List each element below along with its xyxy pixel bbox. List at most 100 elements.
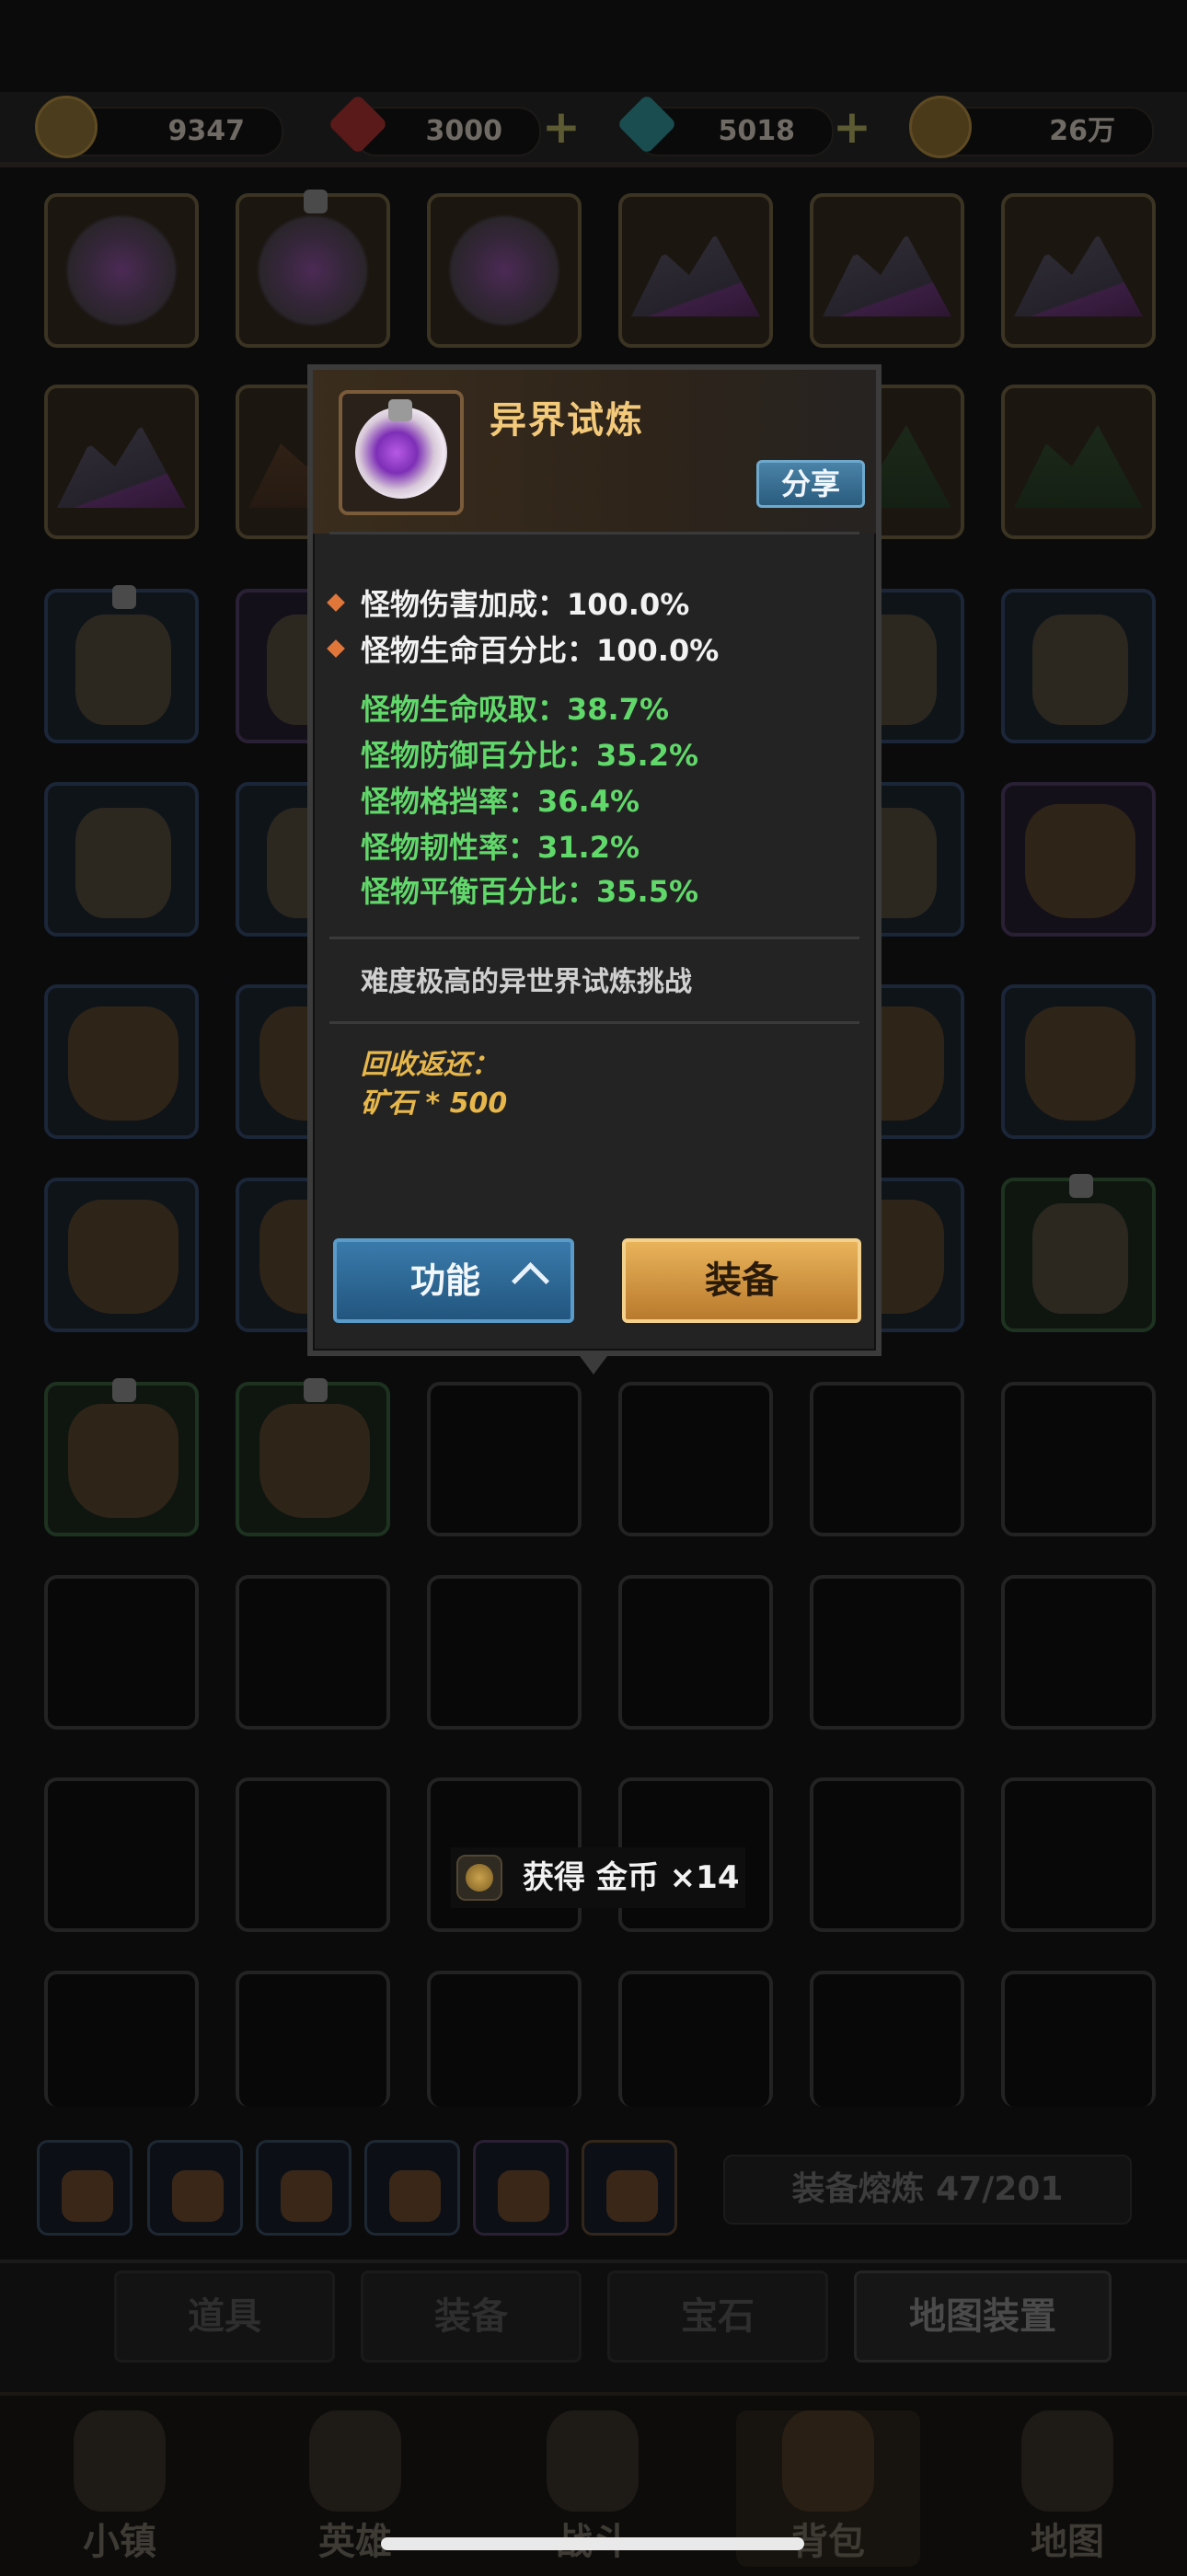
empty-slot[interactable] xyxy=(427,1382,582,1536)
inventory-slot[interactable] xyxy=(810,193,964,348)
nav-map[interactable]: 地图 xyxy=(975,2410,1159,2567)
item-icon-frame xyxy=(339,390,464,515)
bag-icon xyxy=(281,2170,332,2222)
empty-slot[interactable] xyxy=(236,1971,390,2107)
gold-coin-icon xyxy=(909,96,972,158)
bag-icon xyxy=(606,2170,658,2222)
dark-mountain-icon xyxy=(823,234,951,316)
scarecrow-icon xyxy=(68,1006,179,1121)
inventory-slot[interactable] xyxy=(44,782,199,937)
empty-slot[interactable] xyxy=(1001,1575,1156,1730)
gold-coin-icon xyxy=(456,1855,502,1901)
bag-slot[interactable] xyxy=(364,2140,460,2236)
town-icon xyxy=(74,2410,166,2512)
empty-slot[interactable] xyxy=(810,1777,964,1932)
forest-icon xyxy=(1014,425,1143,508)
function-button[interactable]: 功能 xyxy=(333,1238,574,1323)
empty-slot[interactable] xyxy=(618,1575,773,1730)
empty-slot[interactable] xyxy=(44,1777,199,1932)
bag-slot[interactable] xyxy=(473,2140,569,2236)
empty-slot[interactable] xyxy=(427,1575,582,1730)
empty-slot[interactable] xyxy=(810,1971,964,2107)
map-scroll-icon xyxy=(1021,2410,1113,2512)
inventory-slot[interactable] xyxy=(44,193,199,348)
inventory-slot[interactable] xyxy=(236,1378,390,1536)
hero-icon xyxy=(309,2410,401,2512)
sub-stat: 怪物生命吸取：38.7% xyxy=(361,692,670,727)
bag-slot[interactable] xyxy=(37,2140,133,2236)
nav-town-label: 小镇 xyxy=(83,2521,156,2563)
tab-equipment[interactable]: 装备 xyxy=(361,2271,582,2363)
recycle-reward: 矿石 * 500 xyxy=(361,1087,508,1120)
bag-icon xyxy=(62,2170,113,2222)
lock-icon xyxy=(304,190,328,213)
inventory-slot[interactable] xyxy=(44,984,199,1139)
divider xyxy=(329,532,859,535)
scarecrow-icon xyxy=(259,1404,370,1518)
reward-toast: 获得 金币 ×14 xyxy=(451,1847,745,1908)
tab-gems[interactable]: 宝石 xyxy=(607,2271,828,2363)
empty-slot[interactable] xyxy=(44,1971,199,2107)
empty-slot[interactable] xyxy=(1001,1382,1156,1536)
home-indicator[interactable] xyxy=(381,2537,804,2550)
divider xyxy=(329,937,859,939)
bag-slot[interactable] xyxy=(147,2140,243,2236)
recycle-title: 回收返还： xyxy=(361,1049,499,1081)
inventory-slot[interactable] xyxy=(1001,589,1156,743)
backpack-icon xyxy=(782,2410,874,2512)
empty-slot[interactable] xyxy=(618,1971,773,2107)
nav-town[interactable]: 小镇 xyxy=(28,2410,212,2567)
inventory-slot[interactable] xyxy=(44,385,199,539)
empty-slot[interactable] xyxy=(427,1971,582,2107)
equipment-smelt-button[interactable]: 装备熔炼 47/201 xyxy=(723,2155,1132,2225)
empty-slot[interactable] xyxy=(1001,1777,1156,1932)
tab-items[interactable]: 道具 xyxy=(114,2271,335,2363)
empty-slot[interactable] xyxy=(618,1382,773,1536)
scarecrow-icon xyxy=(68,1404,179,1518)
ruby-currency: 3000 xyxy=(353,107,541,156)
tab-map-devices[interactable]: 地图装置 xyxy=(854,2271,1112,2363)
empty-slot[interactable] xyxy=(810,1575,964,1730)
share-button[interactable]: 分享 xyxy=(756,460,865,508)
scarecrow-icon xyxy=(68,1200,179,1314)
popup-pointer xyxy=(580,1356,607,1374)
inventory-slot[interactable] xyxy=(1001,385,1156,539)
plague-mask-icon xyxy=(1032,615,1128,725)
add-ruby-icon[interactable]: + xyxy=(537,103,585,151)
plague-mask-icon xyxy=(75,808,171,918)
inventory-slot[interactable] xyxy=(1001,984,1156,1139)
equip-button[interactable]: 装备 xyxy=(622,1238,861,1323)
empty-slot[interactable] xyxy=(1001,1971,1156,2107)
bag-icon xyxy=(389,2170,441,2222)
inventory-slot[interactable] xyxy=(44,1178,199,1332)
bag-slot[interactable] xyxy=(256,2140,351,2236)
nav-map-label: 地图 xyxy=(1031,2521,1104,2563)
empty-slot[interactable] xyxy=(810,1382,964,1536)
main-stat: 怪物伤害加成：100.0% xyxy=(361,587,690,622)
sub-stat: 怪物格挡率：36.4% xyxy=(361,784,640,819)
gold-value: 26万 xyxy=(1049,115,1115,147)
bag-slot[interactable] xyxy=(582,2140,677,2236)
inventory-slot[interactable] xyxy=(236,190,390,348)
inventory-slot[interactable] xyxy=(427,193,582,348)
inventory-slot[interactable] xyxy=(1001,1174,1156,1332)
lock-icon xyxy=(1069,1174,1093,1198)
lock-icon xyxy=(112,585,136,609)
sub-stat: 怪物平衡百分比：35.5% xyxy=(361,874,699,909)
bag-icon xyxy=(498,2170,549,2222)
inventory-slot[interactable] xyxy=(618,193,773,348)
portal-orb-icon xyxy=(64,213,179,328)
empty-slot[interactable] xyxy=(236,1575,390,1730)
add-diamond-icon[interactable]: + xyxy=(828,103,876,151)
portal-orb-icon xyxy=(256,213,370,328)
sub-stat: 怪物韧性率：31.2% xyxy=(361,830,640,865)
inventory-slot[interactable] xyxy=(44,585,199,743)
dark-mountain-icon xyxy=(57,425,186,508)
inventory-slot[interactable] xyxy=(44,1378,199,1536)
inventory-slot[interactable] xyxy=(1001,193,1156,348)
inventory-slot[interactable] xyxy=(1001,782,1156,937)
empty-slot[interactable] xyxy=(236,1777,390,1932)
bag-icon xyxy=(172,2170,224,2222)
empty-slot[interactable] xyxy=(44,1575,199,1730)
lock-icon xyxy=(388,399,412,421)
